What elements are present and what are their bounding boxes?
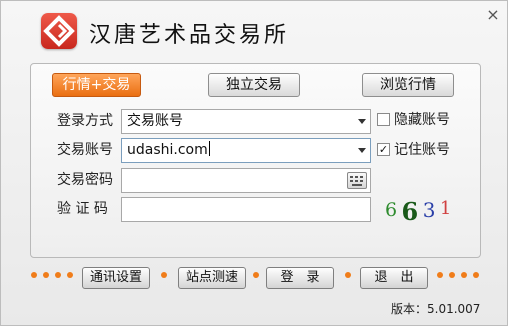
login-method-label: 登录方式 bbox=[57, 113, 113, 129]
captcha-char: 1 bbox=[439, 198, 452, 219]
app-title: 汉唐艺术品交易所 bbox=[89, 23, 290, 48]
login-method-value: 交易账号 bbox=[127, 113, 183, 129]
captcha-input[interactable] bbox=[121, 197, 371, 222]
speed-test-button[interactable]: 站点测速 bbox=[178, 267, 246, 289]
account-value: udashi.com bbox=[127, 142, 208, 158]
password-label: 交易密码 bbox=[57, 172, 113, 188]
captcha-label: 验 证 码 bbox=[57, 201, 108, 217]
text-cursor bbox=[208, 141, 210, 156]
tab-independent-trading[interactable]: 独立交易 bbox=[208, 73, 300, 97]
account-label: 交易账号 bbox=[57, 142, 113, 158]
tab-quotes-trading[interactable]: 行情+交易 bbox=[52, 73, 141, 97]
diamond-logo-icon bbox=[41, 13, 77, 49]
captcha-image[interactable]: 6 6 3 1 bbox=[385, 197, 452, 226]
login-button[interactable]: 登 录 bbox=[266, 267, 334, 289]
keyboard-icon[interactable] bbox=[347, 172, 367, 189]
exit-button[interactable]: 退 出 bbox=[360, 267, 428, 289]
login-window: 汉唐艺术品交易所 × 行情+交易 独立交易 浏览行情 登录方式 交易账号 隐藏账… bbox=[0, 0, 508, 326]
header: 汉唐艺术品交易所 × bbox=[1, 1, 507, 61]
hide-account-label: 隐藏账号 bbox=[394, 112, 450, 128]
hide-account-checkbox[interactable] bbox=[377, 113, 390, 126]
chevron-down-icon[interactable] bbox=[358, 148, 366, 153]
version-label: 版本：5.01.007 bbox=[391, 302, 481, 316]
password-input[interactable] bbox=[121, 168, 371, 193]
account-input[interactable]: udashi.com bbox=[121, 138, 371, 163]
captcha-char: 3 bbox=[422, 198, 436, 222]
captcha-char: 6 bbox=[401, 197, 419, 226]
tab-browse-quotes[interactable]: 浏览行情 bbox=[362, 73, 454, 97]
login-method-select[interactable]: 交易账号 bbox=[121, 109, 371, 134]
remember-account-label: 记住账号 bbox=[394, 142, 450, 158]
comm-settings-button[interactable]: 通讯设置 bbox=[82, 267, 150, 289]
close-icon[interactable]: × bbox=[485, 7, 501, 23]
chevron-down-icon[interactable] bbox=[358, 119, 366, 124]
captcha-char: 6 bbox=[385, 199, 398, 221]
remember-account-checkbox[interactable]: ✓ bbox=[377, 143, 390, 156]
